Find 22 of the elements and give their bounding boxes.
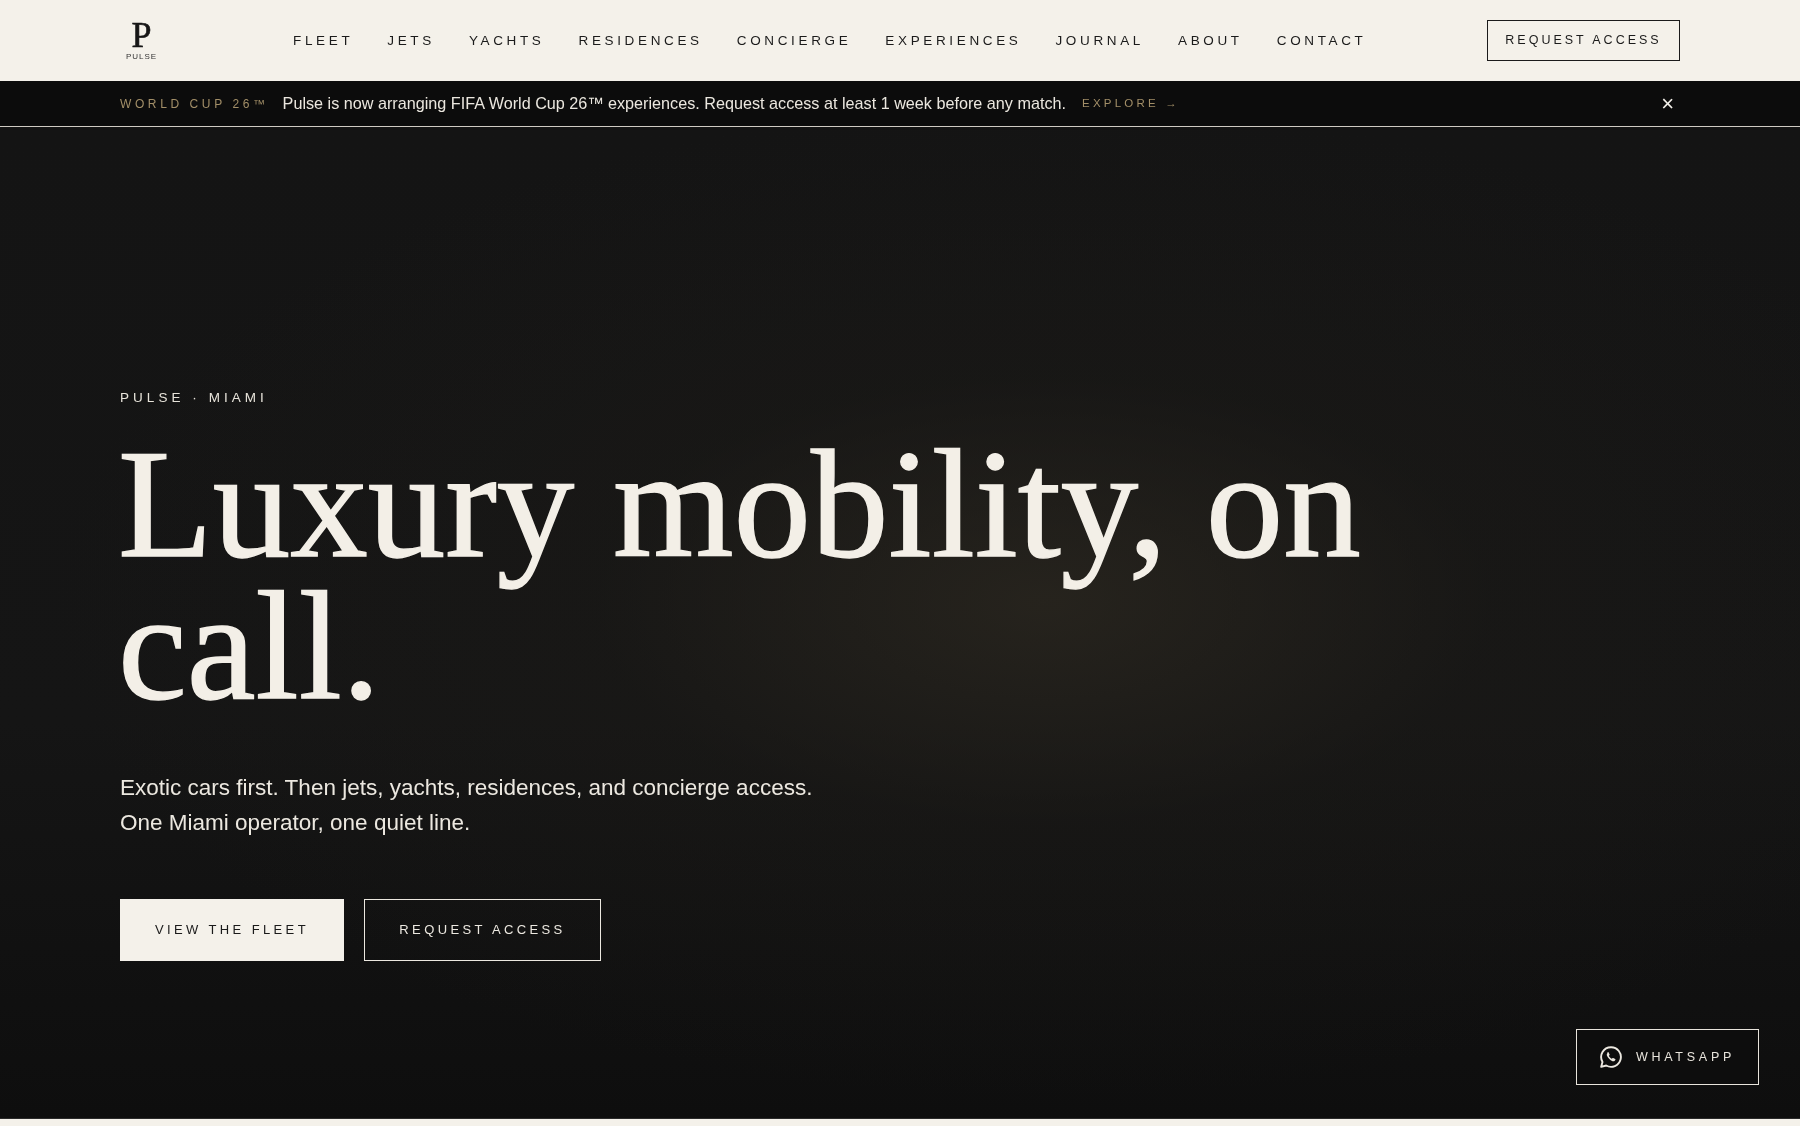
- nav-link[interactable]: RESIDENCES: [578, 33, 703, 48]
- request-access-button[interactable]: REQUEST ACCESS: [364, 898, 601, 961]
- nav-link[interactable]: CONTACT: [1276, 33, 1367, 48]
- view-fleet-button[interactable]: VIEW THE FLEET: [120, 898, 344, 961]
- close-button[interactable]: ×: [1657, 92, 1678, 115]
- announcement-tag: WORLD CUP 26™: [120, 94, 269, 113]
- nav-link[interactable]: JETS: [387, 33, 435, 48]
- explore-link[interactable]: EXPLORE →: [1082, 94, 1181, 113]
- announcement-text: Pulse is now arranging FIFA World Cup 26™ experiences. Request access at least 1 week before any match.: [282, 93, 1066, 115]
- nav-link[interactable]: CONCIERGE: [736, 33, 852, 48]
- logo[interactable]: P PULSE: [126, 20, 158, 61]
- hero-subtitle: Exotic cars first. Then jets, yachts, residences, and concierge access. One Miami operator, one quiet line.: [120, 773, 814, 837]
- phone-bubble-icon: [1599, 1046, 1622, 1068]
- hero-heading: Luxury mobility, on call.: [118, 432, 1362, 717]
- hero-kicker: PULSE · MIAMI: [120, 391, 269, 405]
- nav-link[interactable]: FLEET: [293, 33, 354, 48]
- nav-link[interactable]: YACHTS: [468, 33, 545, 48]
- request-access-button[interactable]: REQUEST ACCESS: [1487, 20, 1680, 61]
- nav-link[interactable]: JOURNAL: [1055, 33, 1144, 48]
- nav-link[interactable]: EXPERIENCES: [885, 33, 1022, 48]
- chat-button[interactable]: WHATSAPP: [1576, 1029, 1759, 1085]
- nav-link[interactable]: ABOUT: [1178, 33, 1243, 48]
